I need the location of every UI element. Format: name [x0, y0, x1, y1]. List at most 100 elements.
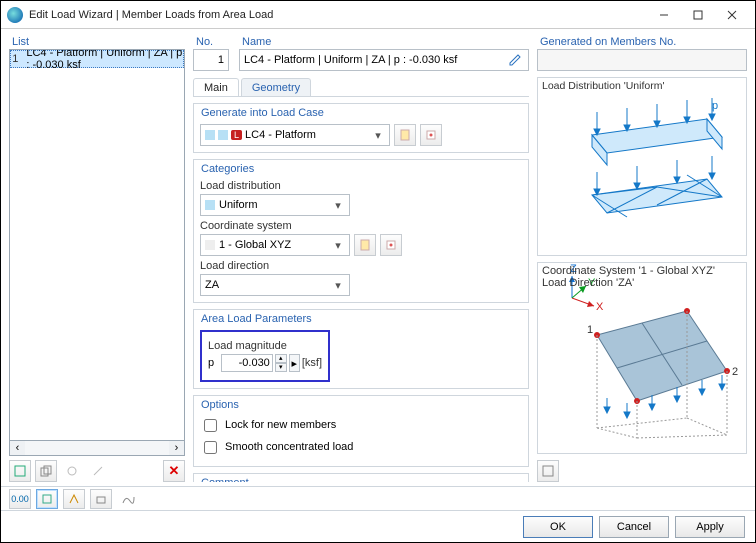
loadcase-library-button[interactable]	[420, 124, 442, 146]
dialog-footer: OK Cancel Apply	[1, 510, 755, 542]
list-item-label: LC4 - Platform | Uniform | ZA | p : -0.0…	[22, 49, 183, 71]
svg-text:1: 1	[587, 324, 593, 336]
loadcase-combo[interactable]: L LC4 - Platform ▾	[200, 124, 390, 146]
loadcase-title: Generate into Load Case	[198, 106, 524, 120]
title-bar: Edit Load Wizard | Member Loads from Are…	[1, 1, 755, 29]
coord-label: Coordinate system	[200, 220, 522, 232]
list-item[interactable]: 1 LC4 - Platform | Uniform | ZA | p : -0…	[10, 50, 184, 68]
toolbar-button-4[interactable]	[87, 460, 109, 482]
new-loadcase-button[interactable]	[394, 124, 416, 146]
categories-title: Categories	[198, 162, 524, 176]
view-mode-3-button[interactable]	[90, 489, 112, 509]
scroll-track[interactable]	[25, 441, 169, 455]
categories-group: Categories Load distribution Uniform ▾ C…	[193, 159, 529, 303]
magnitude-spin: p ▴▾ ▸ [ksf]	[208, 354, 322, 372]
list-toolbar: ✕	[9, 456, 185, 482]
options-title: Options	[198, 398, 524, 412]
coordinate-value: 1 - Global XYZ	[219, 239, 291, 251]
list-title: List	[9, 35, 185, 49]
maximize-button[interactable]	[681, 4, 715, 26]
lock-label: Lock for new members	[225, 419, 336, 431]
direction-value: ZA	[205, 279, 219, 291]
delete-item-button[interactable]: ✕	[163, 460, 185, 482]
scroll-left-icon[interactable]: ‹	[10, 441, 25, 455]
tab-bar: Main Geometry	[193, 77, 529, 97]
name-field[interactable]: LC4 - Platform | Uniform | ZA | p : -0.0…	[239, 49, 529, 71]
apply-button[interactable]: Apply	[675, 516, 745, 538]
magnitude-label: Load magnitude	[208, 340, 322, 352]
cancel-button[interactable]: Cancel	[599, 516, 669, 538]
p-label: p	[712, 100, 718, 112]
delete-icon: ✕	[169, 463, 180, 479]
bottom-toolbar: 0.00	[1, 486, 755, 510]
gen-label: Generated on Members No.	[537, 35, 747, 49]
edit-name-icon[interactable]	[506, 51, 524, 69]
window-title: Edit Load Wizard | Member Loads from Are…	[29, 9, 647, 21]
new-coord-button[interactable]	[354, 234, 376, 256]
no-field[interactable]: 1	[193, 49, 229, 71]
dialog-window: Edit Load Wizard | Member Loads from Are…	[0, 0, 756, 543]
svg-text:2: 2	[732, 366, 738, 378]
load-magnitude-highlight: Load magnitude p ▴▾ ▸ [ksf]	[200, 330, 330, 382]
chevron-down-icon: ▾	[330, 238, 346, 254]
list-item-num: 1	[11, 53, 22, 65]
coordinate-diagram: Z X Y 1 2	[542, 263, 742, 453]
magnitude-input[interactable]	[221, 354, 273, 372]
wizard-list[interactable]: 1 LC4 - Platform | Uniform | ZA | p : -0…	[9, 49, 185, 441]
toolbar-button-3[interactable]	[61, 460, 83, 482]
no-label: No.	[193, 35, 231, 49]
params-title: Area Load Parameters	[198, 312, 524, 326]
dist-label: Load distribution	[200, 180, 522, 192]
smooth-label: Smooth concentrated load	[225, 441, 353, 453]
coordinate-preview: Coordinate System '1 - Global XYZ' Load …	[537, 262, 747, 454]
list-scrollbar[interactable]: ‹ ›	[9, 441, 185, 456]
coord-preview-title: Coordinate System '1 - Global XYZ' Load …	[542, 265, 715, 289]
view-mode-2-button[interactable]	[63, 489, 85, 509]
dist-preview-title: Load Distribution 'Uniform'	[542, 80, 664, 92]
copy-item-button[interactable]	[35, 460, 57, 482]
params-group: Area Load Parameters Load magnitude p ▴▾…	[193, 309, 529, 389]
magnitude-step-button[interactable]: ▸	[289, 354, 300, 372]
lc-color-1	[205, 130, 215, 140]
script-button[interactable]	[117, 489, 139, 509]
distribution-combo[interactable]: Uniform ▾	[200, 194, 350, 216]
smooth-checkbox-row[interactable]: Smooth concentrated load	[200, 438, 522, 457]
lock-checkbox-row[interactable]: Lock for new members	[200, 416, 522, 435]
lc-color-2	[218, 130, 228, 140]
options-group: Options Lock for new members Smooth conc…	[193, 395, 529, 467]
comment-title: Comment	[198, 476, 524, 482]
loadcase-group: Generate into Load Case L LC4 - Platform…	[193, 103, 529, 153]
distribution-diagram: p	[547, 87, 737, 247]
chevron-down-icon: ▾	[330, 278, 346, 294]
distribution-value: Uniform	[219, 199, 258, 211]
coord-color-icon	[205, 240, 215, 250]
magnitude-symbol: p	[208, 357, 219, 369]
dist-color-icon	[205, 200, 215, 210]
direction-combo[interactable]: ZA ▾	[200, 274, 350, 296]
header-row: No. 1 Name LC4 - Platform | Uniform | ZA…	[193, 35, 529, 71]
minimize-button[interactable]	[647, 4, 681, 26]
preview-settings-button[interactable]	[537, 460, 559, 482]
smooth-checkbox[interactable]	[204, 441, 217, 454]
name-label: Name	[239, 35, 529, 49]
no-value: 1	[218, 54, 224, 66]
lock-checkbox[interactable]	[204, 419, 217, 432]
scroll-right-icon[interactable]: ›	[169, 441, 184, 455]
spin-buttons[interactable]: ▴▾	[275, 354, 287, 372]
lc-tag: L	[231, 130, 242, 140]
ok-button[interactable]: OK	[523, 516, 593, 538]
dir-label: Load direction	[200, 260, 522, 272]
coordinate-combo[interactable]: 1 - Global XYZ ▾	[200, 234, 350, 256]
chevron-down-icon: ▾	[370, 128, 386, 144]
units-button[interactable]: 0.00	[9, 489, 31, 509]
tab-main[interactable]: Main	[193, 78, 239, 96]
view-mode-1-button[interactable]	[36, 489, 58, 509]
tab-geometry[interactable]: Geometry	[241, 78, 311, 96]
new-item-button[interactable]	[9, 460, 31, 482]
list-panel: List 1 LC4 - Platform | Uniform | ZA | p…	[9, 35, 185, 482]
coord-library-button[interactable]	[380, 234, 402, 256]
loadcase-value: LC4 - Platform	[245, 129, 316, 141]
comment-group: Comment ▾	[193, 473, 529, 482]
close-button[interactable]	[715, 4, 749, 26]
generated-members-field	[537, 49, 747, 71]
